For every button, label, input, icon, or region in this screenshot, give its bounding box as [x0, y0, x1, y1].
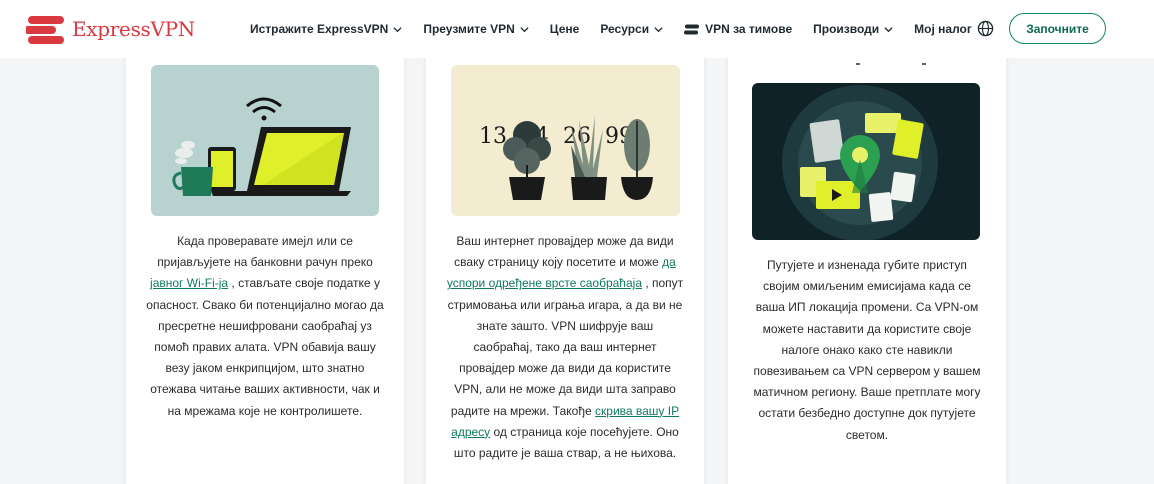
- chevron-down-icon: [884, 26, 893, 32]
- nav-teams[interactable]: VPN за тимове: [684, 22, 792, 36]
- chevron-down-icon: [520, 26, 529, 32]
- card-description: Када проверавате имејл или се пријављује…: [146, 231, 384, 422]
- globe-icon[interactable]: [977, 20, 994, 37]
- nav-resources[interactable]: Ресурси: [600, 22, 663, 36]
- card-description: Ваш интернет провајдер може да види свак…: [446, 231, 684, 464]
- team-icon: [684, 24, 700, 34]
- chevron-down-icon: [393, 26, 402, 32]
- laptop-wifi-illustration: [151, 65, 379, 216]
- logo-text: ExpressVPN: [72, 17, 196, 41]
- nav-products-label: Производи: [813, 22, 880, 36]
- card-description: Путујете и изненада губите приступ своји…: [753, 258, 981, 442]
- card-text-after: , стављате своје податке у опасност. Сва…: [146, 276, 384, 418]
- nav-pricing[interactable]: Цене: [550, 22, 580, 36]
- feature-card-public-wifi: Када проверавате имејл или се пријављује…: [126, 40, 404, 484]
- public-wifi-link[interactable]: јавног Wi-Fi-ја: [150, 276, 228, 290]
- plants-illustration: 13 04 26 99: [451, 65, 680, 216]
- nav-account-label: Мој налог: [914, 22, 972, 36]
- illustration-numbers: 13 04 26 99: [479, 124, 633, 149]
- site-header: ExpressVPN Истражите ExpressVPN Преузмит…: [0, 0, 1154, 58]
- nav-teams-label: VPN за тимове: [705, 22, 793, 36]
- decorative-divider: [856, 63, 926, 65]
- nav-products[interactable]: Производи: [813, 22, 893, 36]
- nav-download[interactable]: Преузмите VPN: [423, 22, 529, 36]
- location-pin-illustration: [752, 83, 980, 240]
- nav-pricing-label: Цене: [549, 22, 580, 36]
- chevron-down-icon: [654, 26, 663, 32]
- nav-explore[interactable]: Истражите ExpressVPN: [250, 22, 402, 36]
- expressvpn-logo[interactable]: ExpressVPN: [26, 12, 195, 46]
- nav-explore-label: Истражите ExpressVPN: [250, 22, 389, 36]
- card-text-before: Када проверавате имејл или се пријављује…: [157, 234, 373, 270]
- nav-download-label: Преузмите VPN: [423, 22, 515, 36]
- feature-card-isp: 13 04 26 99 Ваш интернет провајдер може …: [426, 40, 704, 484]
- get-started-button[interactable]: Започните: [1009, 13, 1106, 44]
- main-nav: Истражите ExpressVPN Преузмите VPN Цене …: [250, 0, 993, 58]
- card-text-before: Ваш интернет провајдер може да види свак…: [454, 234, 674, 270]
- nav-account[interactable]: Мој налог: [914, 22, 972, 36]
- card-text-middle: , попут стримовања или играња игара, а д…: [447, 276, 684, 418]
- feature-card-travel: Путујете и изненада губите приступ своји…: [728, 40, 1006, 484]
- nav-resources-label: Ресурси: [600, 22, 650, 36]
- expressvpn-logo-icon: [26, 16, 64, 44]
